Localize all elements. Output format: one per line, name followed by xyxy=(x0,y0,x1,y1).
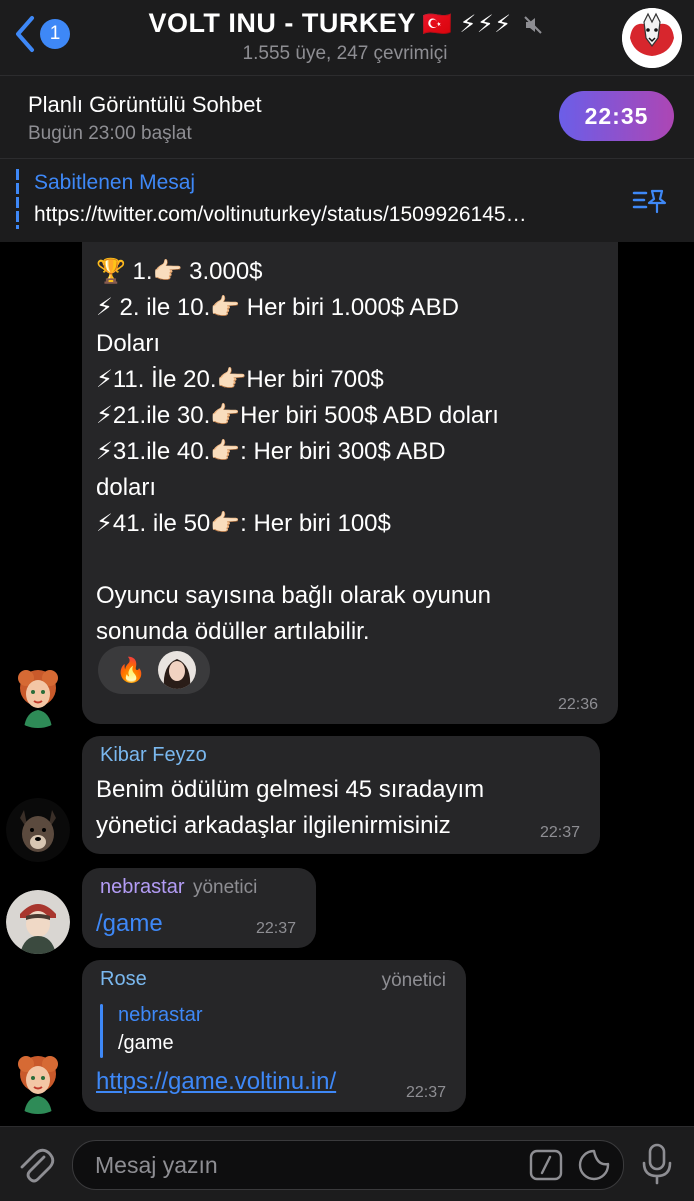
sender-name[interactable]: Kibar Feyzo xyxy=(100,744,207,767)
message-list[interactable]: 🏆 1.👉🏻 3.000$ ⚡ 2. ile 10.👉🏻 Her biri 1.… xyxy=(0,242,694,1126)
message-time: 22:37 xyxy=(255,920,296,937)
message-text: Benim ödülüm gelmesi 45 sıradayım yöneti… xyxy=(96,772,484,844)
message-line: ⚡ 2. ile 10.👉🏻 Her biri 1.000$ ABD xyxy=(96,294,459,321)
message-line: yönetici arkadaşlar ilgilenirmisiniz xyxy=(96,812,451,839)
avatar-rose[interactable] xyxy=(6,664,70,728)
wolf-logo-icon xyxy=(622,8,682,68)
message-line: doları xyxy=(96,474,157,501)
message-text: 🏆 1.👉🏻 3.000$ ⚡ 2. ile 10.👉🏻 Her biri 1.… xyxy=(96,254,499,650)
message-line: ⚡21.ile 30.👉🏻Her biri 500$ ABD doları xyxy=(96,402,499,429)
back-button[interactable]: 1 xyxy=(12,14,70,54)
reply-sender: nebrastar xyxy=(118,1004,203,1026)
message-input[interactable] xyxy=(93,1149,517,1181)
message-line: Oyuncu sayısına bağlı olarak oyunun xyxy=(96,582,491,609)
sender-name[interactable]: Rose xyxy=(100,968,147,991)
pinned-text: https://twitter.com/voltinuturkey/status… xyxy=(34,203,527,226)
message-field xyxy=(72,1140,624,1190)
message-input-bar xyxy=(0,1126,694,1201)
sticker-icon[interactable] xyxy=(577,1148,611,1182)
pinned-list-icon[interactable] xyxy=(632,185,668,215)
reply-bar xyxy=(100,1004,103,1058)
countdown-button[interactable]: 22:35 xyxy=(559,91,674,141)
avatar-rose[interactable] xyxy=(6,1050,70,1114)
fire-reaction-icon: 🔥 xyxy=(116,657,146,684)
admin-badge: yönetici xyxy=(381,970,446,991)
chat-title: VOLT INU - TURKEY 🇹🇷 ⚡⚡⚡ xyxy=(110,8,580,39)
chat-header: 1 VOLT INU - TURKEY 🇹🇷 ⚡⚡⚡ 1.555 üye, 247… xyxy=(0,0,694,75)
reply-text: /game xyxy=(118,1032,174,1054)
message-line: sonunda ödüller artılabilir. xyxy=(96,618,370,645)
message-line: Benim ödülüm gelmesi 45 sıradayım xyxy=(96,776,485,803)
message-time: 22:37 xyxy=(539,824,580,841)
microphone-icon[interactable] xyxy=(640,1143,674,1185)
admin-badge: yönetici xyxy=(192,877,258,898)
scheduled-chat-start: Bugün 23:00 başlat xyxy=(28,123,192,144)
bot-commands-icon[interactable] xyxy=(529,1149,563,1181)
attach-icon[interactable] xyxy=(14,1143,56,1185)
reaction-chip[interactable]: 🔥 xyxy=(98,646,210,694)
reactor-avatar xyxy=(158,651,196,689)
message-time: 22:37 xyxy=(405,1084,446,1101)
message-bubble-prizes[interactable]: 🏆 1.👉🏻 3.000$ ⚡ 2. ile 10.👉🏻 Her biri 1.… xyxy=(82,242,618,724)
unread-badge: 1 xyxy=(40,19,70,49)
avatar-kibar-feyzo[interactable] xyxy=(6,798,70,862)
message-time: 22:36 xyxy=(557,696,598,713)
member-count: 1.555 üye, 247 çevrimiçi xyxy=(242,43,448,64)
chat-title-area[interactable]: VOLT INU - TURKEY 🇹🇷 ⚡⚡⚡ 1.555 üye, 247 ç… xyxy=(110,8,580,65)
message-line: 🏆 1.👉🏻 3.000$ xyxy=(96,258,263,285)
pinned-indicator xyxy=(16,169,19,229)
pinned-title: Sabitlenen Mesaj xyxy=(34,171,196,194)
game-link[interactable]: https://game.voltinu.in/ xyxy=(96,1068,336,1096)
sender-row: nebrastar yönetici xyxy=(100,876,257,899)
reply-preview[interactable]: nebrastar /game xyxy=(100,1004,400,1058)
message-bubble-nebrastar[interactable]: nebrastar yönetici /game 22:37 xyxy=(82,868,316,948)
scheduled-video-chat-bar[interactable]: Planlı Görüntülü Sohbet Bugün 23:00 başl… xyxy=(0,75,694,158)
message-bubble-kibar[interactable]: Kibar Feyzo Benim ödülüm gelmesi 45 sıra… xyxy=(82,736,600,854)
message-line: ⚡31.ile 40.👉🏻: Her biri 300$ ABD xyxy=(96,438,446,465)
message-line: ⚡41. ile 50👉🏻: Her biri 100$ xyxy=(96,510,391,537)
group-avatar[interactable] xyxy=(622,8,682,68)
avatar-nebrastar[interactable] xyxy=(6,890,70,954)
chat-title-emoji: 🇹🇷 ⚡⚡⚡ xyxy=(421,11,512,38)
message-bubble-rose[interactable]: Rose yönetici nebrastar /game https://ga… xyxy=(82,960,466,1112)
chevron-left-icon xyxy=(16,16,34,52)
pinned-message-bar[interactable]: Sabitlenen Mesaj https://twitter.com/vol… xyxy=(0,158,694,243)
message-line: ⚡11. İle 20.👉🏻Her biri 700$ xyxy=(96,366,384,393)
sender-name[interactable]: nebrastar xyxy=(100,876,185,898)
message-line xyxy=(96,542,499,578)
scheduled-chat-title: Planlı Görüntülü Sohbet xyxy=(28,92,262,117)
chat-title-text: VOLT INU - TURKEY xyxy=(148,8,416,38)
muted-icon xyxy=(523,16,542,34)
bot-command-link[interactable]: /game xyxy=(96,906,163,942)
message-line: Doları xyxy=(96,330,161,357)
